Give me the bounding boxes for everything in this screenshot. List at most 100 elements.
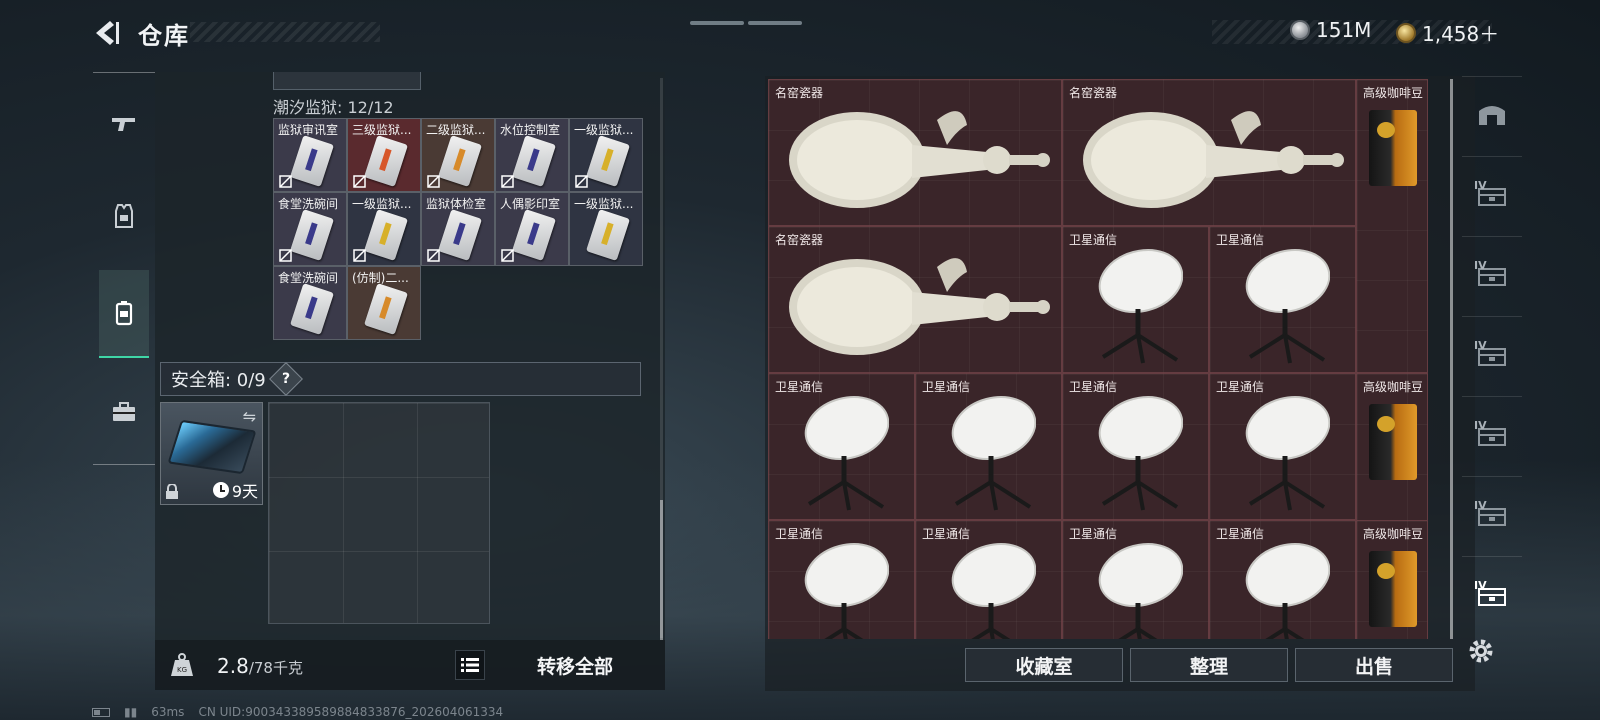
organize-button[interactable]: 整理 — [1130, 648, 1288, 682]
keycard-icon — [289, 209, 335, 261]
tier-label: IV — [1474, 499, 1487, 512]
unbound-icon — [353, 249, 366, 262]
key-item[interactable]: 监狱体检室 — [421, 192, 495, 266]
key-item[interactable]: 二级监狱... — [421, 118, 495, 192]
key-item[interactable]: 食堂洗碗间 — [273, 192, 347, 266]
vase-label: 名窑瓷器 — [1069, 86, 1118, 100]
swap-icon[interactable]: ⇋ — [243, 407, 256, 426]
satellite-dish-icon — [1245, 249, 1330, 364]
unbound-icon — [279, 249, 292, 262]
left-category-nav — [93, 72, 155, 477]
key-item[interactable]: (仿制)二... — [347, 266, 421, 340]
gold-currency[interactable]: 1,458＋ — [1396, 18, 1499, 47]
weight-readout: 2.8/78千克 — [217, 654, 303, 678]
stash-grid: 名窑瓷器 名窑瓷器 高级咖啡豆 名窑瓷器 卫星通信 卫星通信 高级咖啡豆 卫星通信 卫星通信 卫星… — [768, 79, 1443, 639]
storage-tab-nav: IV IV IV IV IV IV — [1462, 76, 1522, 636]
keycard-icon — [437, 135, 483, 187]
clock-icon — [212, 482, 229, 498]
pistol-icon — [112, 118, 135, 131]
back-button[interactable] — [92, 18, 120, 48]
key-item[interactable]: 三级监狱... — [347, 118, 421, 192]
silver-coin-icon — [1290, 20, 1310, 40]
keycard-icon — [363, 283, 409, 335]
key-item-label: 监狱体检室 — [426, 197, 487, 211]
satellite-item[interactable]: 卫星通信 — [768, 520, 915, 639]
satellite-item[interactable]: 卫星通信 — [915, 373, 1062, 520]
key-item[interactable]: 人偶影印室 — [495, 192, 569, 266]
coffee-item[interactable]: 高级咖啡豆 — [1356, 79, 1428, 373]
sell-button[interactable]: 出售 — [1295, 648, 1453, 682]
inventory-scroll-thumb[interactable] — [660, 500, 663, 640]
satellite-dish-icon — [804, 543, 889, 639]
silver-currency[interactable]: 151M — [1290, 18, 1371, 42]
container-label: 潮汐监狱: 12/12 — [273, 98, 394, 117]
storage-tab-7[interactable]: IV — [1462, 556, 1522, 630]
lock-icon — [166, 484, 178, 499]
coffee-label: 高级咖啡豆 — [1363, 527, 1424, 541]
keycard-icon — [289, 283, 335, 335]
unbound-icon — [279, 175, 292, 188]
status-bar: ▮▮ 63ms CN UID:900343389589884833876_202… — [92, 704, 503, 720]
storage-tab-1[interactable] — [1462, 76, 1522, 150]
coffee-bag-icon — [1369, 110, 1417, 186]
key-item[interactable]: 一级监狱... — [569, 192, 643, 266]
key-item[interactable]: 一级监狱... — [569, 118, 643, 192]
satellite-item[interactable]: 卫星通信 — [1062, 226, 1209, 373]
nav-armor[interactable] — [99, 172, 149, 260]
key-item[interactable]: 食堂洗碗间 — [273, 266, 347, 340]
safe-box-item[interactable]: ⇋ 9天 — [160, 402, 263, 505]
storage-tab-3[interactable]: IV — [1462, 236, 1522, 310]
vase-item[interactable]: 名窑瓷器 — [768, 226, 1062, 373]
storage-tab-4[interactable]: IV — [1462, 316, 1522, 390]
key-item-label: 人偶影印室 — [500, 197, 561, 211]
storage-tab-5[interactable]: IV — [1462, 396, 1522, 470]
partial-item-row — [273, 72, 421, 90]
list-view-button[interactable] — [455, 650, 485, 680]
weight-icon: KG — [171, 653, 193, 676]
weight-max: /78千克 — [248, 659, 303, 677]
porcelain-vase-icon — [1083, 111, 1344, 208]
weight-bar: KG 2.8/78千克 转移全部 — [155, 640, 665, 690]
gear-icon[interactable] — [1466, 636, 1496, 666]
keycard-icon — [289, 135, 335, 187]
satellite-item[interactable]: 卫星通信 — [1209, 226, 1356, 373]
safe-box-label: 安全箱: 0/9 — [171, 370, 266, 391]
satellite-item[interactable]: 卫星通信 — [915, 520, 1062, 639]
storage-tab-6[interactable]: IV — [1462, 476, 1522, 550]
nav-weapons[interactable] — [99, 80, 149, 168]
safe-case-icon — [167, 419, 257, 475]
top-bar: 仓库 151M 1,458＋ — [0, 0, 1600, 64]
key-item-label: 水位控制室 — [500, 123, 561, 137]
duration-text: 9天 — [231, 482, 258, 501]
vase-item[interactable]: 名窑瓷器 — [768, 79, 1062, 226]
satellite-item[interactable]: 卫星通信 — [1062, 373, 1209, 520]
battery-icon — [92, 707, 110, 717]
help-button[interactable]: ? — [268, 362, 303, 396]
key-item-label: 食堂洗碗间 — [278, 271, 339, 285]
satellite-item[interactable]: 卫星通信 — [1209, 373, 1356, 520]
silver-amount: 151M — [1316, 18, 1372, 42]
vase-label: 名窑瓷器 — [775, 233, 824, 247]
safe-box-grid[interactable] — [268, 402, 490, 624]
inventory-panel: 潮汐监狱: 12/12 监狱审讯室 三级监狱... 二级监狱... 水位控制室 一级监狱… — [155, 72, 665, 640]
satellite-item[interactable]: 卫星通信 — [1209, 520, 1356, 639]
keycard-icon — [363, 135, 409, 187]
key-item[interactable]: 水位控制室 — [495, 118, 569, 192]
porcelain-vase-icon — [789, 111, 1050, 208]
satellite-item[interactable]: 卫星通信 — [1062, 520, 1209, 639]
ping-text: 63ms — [151, 705, 185, 719]
vase-item[interactable]: 名窑瓷器 — [1062, 79, 1356, 226]
key-item[interactable]: 一级监狱... — [347, 192, 421, 266]
title-decoration — [190, 22, 380, 42]
gold-amount: 1,458＋ — [1422, 22, 1500, 46]
satellite-item[interactable]: 卫星通信 — [768, 373, 915, 520]
unbound-icon — [353, 175, 366, 188]
collection-room-button[interactable]: 收藏室 — [965, 648, 1123, 682]
coffee-item[interactable]: 高级咖啡豆 — [1356, 520, 1428, 639]
stash-scrollbar[interactable] — [1450, 79, 1453, 639]
key-item[interactable]: 监狱审讯室 — [273, 118, 347, 192]
nav-toolbox[interactable] — [99, 368, 149, 456]
nav-backpack[interactable] — [99, 270, 149, 358]
storage-tab-2[interactable]: IV — [1462, 156, 1522, 230]
transfer-all-button[interactable]: 转移全部 — [495, 648, 655, 682]
